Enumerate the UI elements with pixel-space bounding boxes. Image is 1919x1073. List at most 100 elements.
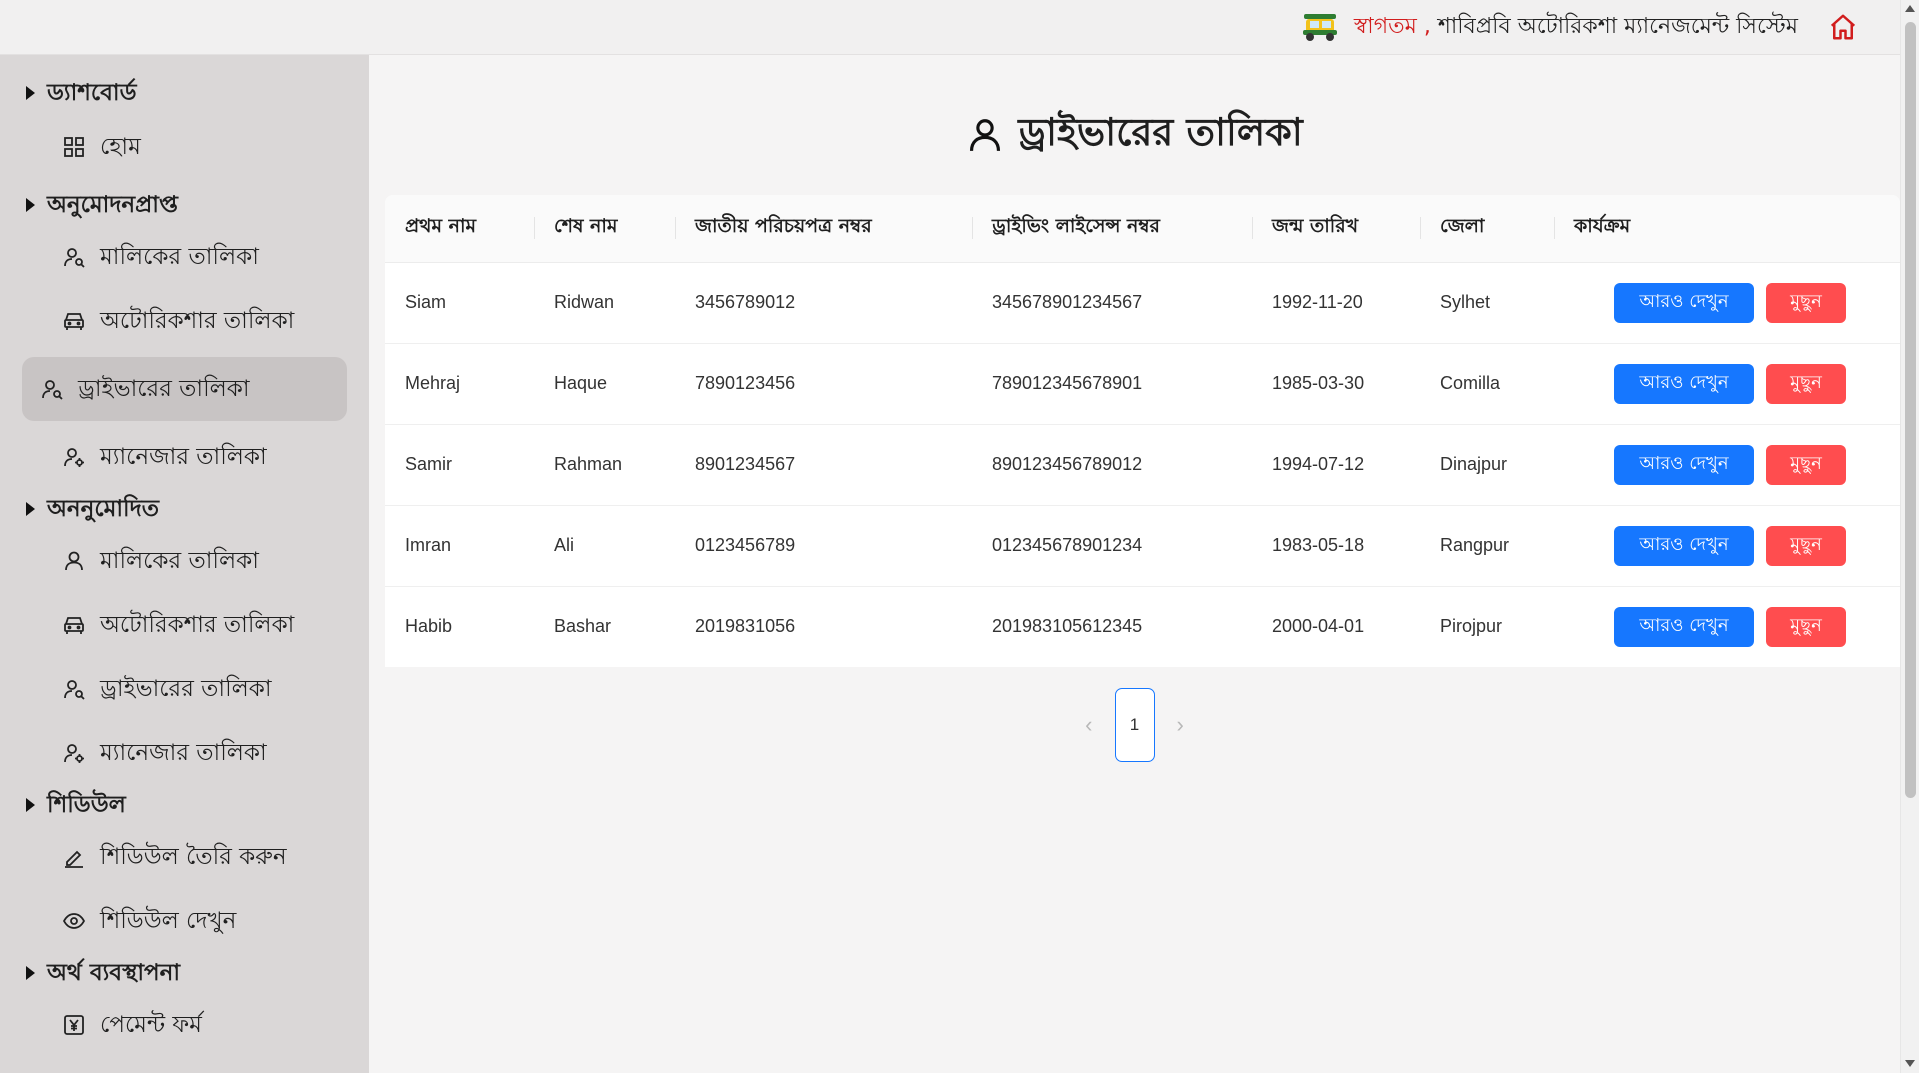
table-header-row: প্রথম নাম শেষ নাম জাতীয় পরিচয়পত্র নম্ব… — [385, 195, 1900, 263]
cell-dob: 1992-11-20 — [1252, 262, 1420, 344]
cell-last-name: Haque — [534, 343, 675, 425]
car-icon — [64, 617, 84, 634]
sidebar-item-payment-form[interactable]: পেমেন্ট ফর্ম — [22, 993, 347, 1057]
grid-icon — [64, 137, 84, 157]
sidebar-item-unapproved-autorickshaws[interactable]: অটোরিকশার তালিকা — [22, 593, 347, 657]
sidebar-item-create-schedule[interactable]: শিডিউল তৈরি করুন — [22, 825, 347, 889]
prev-page-icon[interactable]: ‹ — [1085, 712, 1092, 738]
sidebar-item-approved-drivers[interactable]: ড্রাইভারের তালিকা — [22, 357, 347, 421]
home-icon[interactable] — [1828, 12, 1858, 42]
scroll-down-icon[interactable] — [1905, 1060, 1915, 1067]
cell-first-name: Imran — [385, 505, 534, 587]
scroll-up-icon[interactable] — [1905, 5, 1915, 12]
welcome-text: স্বাগতম , — [1353, 13, 1431, 39]
edit-icon — [65, 850, 83, 868]
cell-dob: 1994-07-12 — [1252, 424, 1420, 506]
user-search-icon — [42, 380, 63, 400]
cell-nid: 8901234567 — [675, 424, 972, 506]
cell-actions: আরও দেখুন মুছুন — [1554, 586, 1900, 667]
sidebar-item-home[interactable]: হোম — [22, 113, 347, 181]
table-row: Siam Ridwan 3456789012 345678901234567 1… — [385, 262, 1900, 344]
table-row: Imran Ali 0123456789 012345678901234 198… — [385, 505, 1900, 587]
user-gear-icon — [64, 744, 84, 763]
sidebar: ড্যাশবোর্ড হোম অনুমোদনপ্রাপ্ত মালিকের তা… — [0, 55, 369, 1073]
cell-nid: 7890123456 — [675, 343, 972, 425]
cell-license: 345678901234567 — [972, 262, 1252, 344]
cell-dob: 1983-05-18 — [1252, 505, 1420, 587]
view-more-button[interactable]: আরও দেখুন — [1614, 444, 1754, 485]
sidebar-item-approved-managers[interactable]: ম্যানেজার তালিকা — [22, 425, 347, 489]
user-search-icon — [64, 680, 85, 700]
delete-button[interactable]: মুছুন — [1766, 444, 1846, 485]
sidebar-item-approved-owners[interactable]: মালিকের তালিকা — [22, 225, 347, 289]
yen-icon — [64, 1015, 84, 1035]
caret-right-icon — [26, 198, 35, 212]
delete-button[interactable]: মুছুন — [1766, 282, 1846, 323]
rickshaw-icon — [1302, 14, 1337, 41]
sidebar-item-unapproved-owners[interactable]: মালিকের তালিকা — [22, 529, 347, 593]
table-row: Samir Rahman 8901234567 890123456789012 … — [385, 424, 1900, 506]
cell-nid: 3456789012 — [675, 262, 972, 344]
cell-district: Sylhet — [1420, 262, 1554, 344]
scrollbar-thumb[interactable] — [1905, 22, 1916, 798]
car-icon — [64, 313, 84, 330]
cell-district: Pirojpur — [1440, 616, 1503, 637]
cell-last-name: Ridwan — [534, 262, 675, 344]
view-more-button[interactable]: আরও দেখুন — [1614, 282, 1754, 323]
caret-right-icon — [26, 966, 35, 980]
view-more-button[interactable]: আরও দেখুন — [1614, 363, 1754, 404]
cell-first-name: Siam — [385, 262, 534, 344]
sidebar-group-approved[interactable]: অনুমোদনপ্রাপ্ত — [0, 185, 369, 225]
delete-button[interactable]: মুছুন — [1766, 525, 1846, 566]
cell-district: Comilla — [1420, 343, 1554, 425]
cell-district: Dinajpur — [1420, 424, 1554, 506]
column-actions: কার্যক্রম — [1554, 195, 1900, 263]
column-district[interactable]: জেলা — [1420, 195, 1554, 263]
sidebar-group-finance[interactable]: অর্থ ব্যবস্থাপনা — [0, 953, 369, 993]
sidebar-item-unapproved-managers[interactable]: ম্যানেজার তালিকা — [22, 721, 347, 785]
vertical-scrollbar[interactable] — [1900, 0, 1919, 1073]
cell-license: 789012345678901 — [972, 343, 1252, 425]
cell-nid: 2019831056 — [695, 616, 796, 637]
column-first-name[interactable]: প্রথম নাম — [385, 195, 534, 263]
cell-first-name: Mehraj — [385, 343, 534, 425]
sidebar-item-unapproved-drivers[interactable]: ড্রাইভারের তালিকা — [22, 657, 347, 721]
delete-button[interactable]: মুছুন — [1766, 606, 1846, 647]
caret-right-icon — [26, 86, 35, 100]
eye-icon — [62, 913, 86, 929]
page-number-button[interactable]: 1 — [1114, 688, 1155, 762]
cell-dob: 1985-03-30 — [1252, 343, 1420, 425]
sidebar-item-approved-autorickshaws[interactable]: অটোরিকশার তালিকা — [22, 289, 347, 353]
main-content: ড্রাইভারের তালিকা প্রথম নাম শেষ নাম জাতী… — [369, 55, 1900, 1073]
cell-district: Rangpur — [1420, 505, 1554, 587]
view-more-button[interactable]: আরও দেখুন — [1614, 525, 1754, 566]
cell-last-name: Bashar — [554, 616, 612, 637]
sidebar-item-view-schedule[interactable]: শিডিউল দেখুন — [22, 889, 347, 953]
user-gear-icon — [64, 448, 84, 467]
column-dob[interactable]: জন্ম তারিখ — [1252, 195, 1420, 263]
column-last-name[interactable]: শেষ নাম — [534, 195, 675, 263]
top-bar: স্বাগতম , শাবিপ্রবি অটোরিকশা ম্যানেজমেন্… — [0, 0, 1900, 55]
column-license[interactable]: ড্রাইভিং লাইসেন্স নম্বর — [972, 195, 1252, 263]
column-nid[interactable]: জাতীয় পরিচয়পত্র নম্বর — [675, 195, 972, 263]
cell-nid: 0123456789 — [675, 505, 972, 587]
view-more-button[interactable]: আরও দেখুন — [1614, 606, 1754, 647]
delete-button[interactable]: মুছুন — [1766, 363, 1846, 404]
caret-right-icon — [26, 798, 35, 812]
cell-actions: আরও দেখুন মুছুন — [1554, 505, 1900, 587]
page-title: ড্রাইভারের তালিকা — [369, 103, 1900, 167]
cell-license: 012345678901234 — [972, 505, 1252, 587]
next-page-icon[interactable]: › — [1177, 712, 1184, 738]
system-name: শাবিপ্রবি অটোরিকশা ম্যানেজমেন্ট সিস্টেম — [1437, 13, 1798, 39]
sidebar-group-schedule[interactable]: শিডিউল — [0, 785, 369, 825]
cell-actions: আরও দেখুন মুছুন — [1554, 424, 1900, 506]
sidebar-group-unapproved[interactable]: অননুমোদিত — [0, 489, 369, 529]
cell-first-name: Samir — [385, 424, 534, 506]
user-icon — [65, 551, 83, 571]
table-row: Habib Bashar 2019831056 201983105612345 … — [385, 586, 1900, 667]
user-search-icon — [64, 248, 85, 268]
sidebar-group-dashboard[interactable]: ড্যাশবোর্ড — [0, 73, 369, 113]
cell-actions: আরও দেখুন মুছুন — [1554, 343, 1900, 425]
cell-last-name: Ali — [534, 505, 675, 587]
cell-actions: আরও দেখুন মুছুন — [1554, 262, 1900, 344]
